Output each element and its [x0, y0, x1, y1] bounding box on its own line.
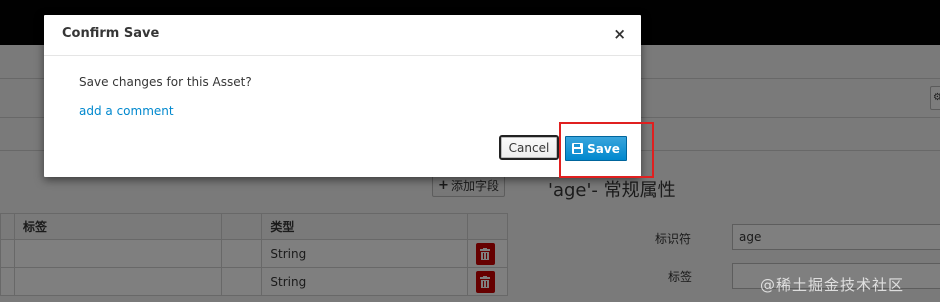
confirm-save-dialog: Confirm Save × Save changes for this Ass… [44, 15, 641, 177]
dialog-message: Save changes for this Asset? [79, 75, 252, 89]
watermark: @稀土掘金技术社区 [760, 276, 905, 294]
add-comment-link[interactable]: add a comment [79, 104, 174, 118]
close-icon[interactable]: × [613, 25, 626, 43]
cancel-button[interactable]: Cancel [499, 135, 559, 160]
annotation-highlight [559, 122, 654, 178]
dialog-header: Confirm Save × [44, 15, 641, 56]
dialog-title: Confirm Save [62, 26, 160, 41]
